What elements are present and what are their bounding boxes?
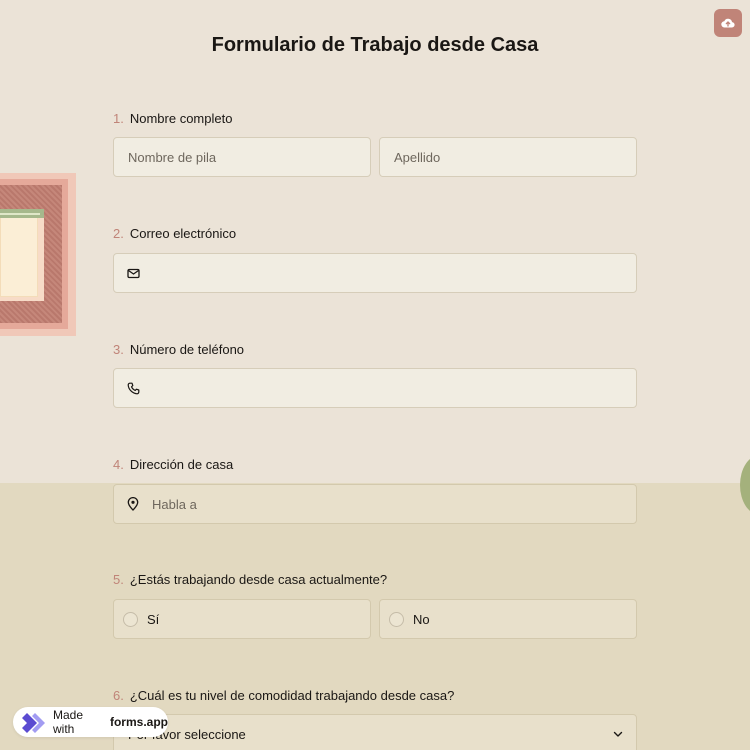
question-number: 1. — [113, 110, 124, 126]
upload-button[interactable] — [714, 9, 742, 37]
radio-button[interactable] — [389, 611, 404, 627]
option-yes[interactable]: Sí — [113, 599, 371, 639]
forms-app-logo-icon — [19, 712, 45, 733]
question-label: ¿Estás trabajando desde casa actualmente… — [129, 571, 388, 587]
question-label: Nombre completo — [129, 110, 233, 126]
question-working-from-home: 5. ¿Estás trabajando desde casa actualmen… — [113, 570, 638, 588]
email-field[interactable] — [113, 253, 637, 293]
badge-brand: forms.app — [109, 715, 168, 729]
option-no[interactable]: No — [379, 599, 637, 639]
address-field[interactable]: Habla a — [113, 484, 637, 524]
question-label: Correo electrónico — [129, 225, 237, 241]
question-number: 5. — [113, 571, 124, 587]
radio-button[interactable] — [123, 611, 138, 627]
form-title: Formulario de Trabajo desde Casa — [211, 34, 539, 56]
question-full-name: 1. Nombre completo — [113, 109, 638, 127]
phone-field[interactable] — [113, 368, 637, 408]
option-label: No — [413, 611, 430, 627]
decorative-illustration — [0, 173, 76, 336]
question-number: 2. — [113, 225, 124, 241]
question-label: ¿Cuál es tu nivel de comodidad trabajand… — [129, 687, 455, 703]
last-name-field[interactable]: Apellido — [379, 137, 637, 177]
mail-icon — [124, 264, 142, 282]
question-phone: 3. Número de teléfono — [113, 340, 638, 358]
option-label: Sí — [147, 611, 160, 627]
last-name-placeholder: Apellido — [394, 149, 441, 165]
question-comfort-level: 6. ¿Cuál es tu nivel de comodidad trabaja… — [113, 686, 638, 704]
question-label: Número de teléfono — [129, 341, 245, 357]
cloud-upload-icon — [721, 18, 735, 28]
address-placeholder: Habla a — [152, 496, 197, 512]
made-with-badge[interactable]: Made with forms.app — [13, 707, 168, 737]
question-label: Dirección de casa — [129, 456, 234, 472]
question-number: 3. — [113, 341, 124, 357]
first-name-field[interactable]: Nombre de pila — [113, 137, 371, 177]
question-number: 4. — [113, 456, 124, 472]
map-pin-icon — [124, 495, 142, 513]
question-email: 2. Correo electrónico — [113, 224, 638, 242]
first-name-placeholder: Nombre de pila — [128, 149, 217, 165]
question-address: 4. Dirección de casa — [113, 455, 638, 473]
chevron-down-icon — [613, 731, 623, 737]
badge-prefix: Made with — [53, 708, 84, 736]
phone-icon — [124, 379, 142, 397]
comfort-level-select[interactable]: Por favor seleccione — [113, 714, 637, 750]
question-number: 6. — [113, 687, 124, 703]
